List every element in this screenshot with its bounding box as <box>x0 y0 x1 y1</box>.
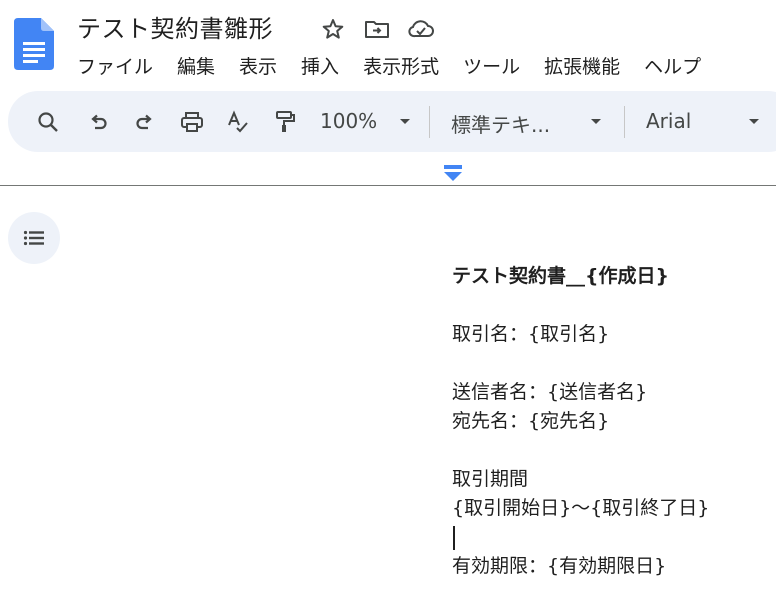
list-icon <box>23 230 44 246</box>
toolbar: 100% 標準テキ... Arial <box>8 91 776 152</box>
zoom-value[interactable]: 100% <box>320 109 377 133</box>
text-cursor <box>453 525 455 550</box>
undo-icon[interactable] <box>84 108 112 136</box>
menu-tools[interactable]: ツール <box>463 52 520 79</box>
move-to-folder-icon[interactable] <box>362 14 392 44</box>
docs-logo-icon[interactable] <box>14 18 54 70</box>
menu-edit[interactable]: 編集 <box>177 52 215 79</box>
document-heading: テスト契約書__{作成日} <box>452 265 670 287</box>
menu-insert[interactable]: 挿入 <box>301 52 339 79</box>
style-dropdown-icon[interactable] <box>582 108 610 136</box>
paint-format-icon[interactable] <box>271 108 299 136</box>
menu-file[interactable]: ファイル <box>77 52 153 79</box>
document-line: 取引名：{取引名} <box>452 323 610 345</box>
menu-help[interactable]: ヘルプ <box>644 52 701 79</box>
paragraph-style-value[interactable]: 標準テキ... <box>451 109 550 138</box>
menu-view[interactable]: 表示 <box>239 52 277 79</box>
document-line: 取引期間 <box>452 468 529 490</box>
document-outline-button[interactable] <box>8 212 60 264</box>
menu-format[interactable]: 表示形式 <box>363 52 439 79</box>
font-family-value[interactable]: Arial <box>646 109 691 133</box>
document-title[interactable]: テスト契約書雛形 <box>77 9 273 44</box>
zoom-dropdown-icon[interactable] <box>391 108 419 136</box>
search-icon[interactable] <box>34 108 62 136</box>
toolbar-divider <box>624 106 625 138</box>
document-line: 送信者名：{送信者名} <box>452 381 648 403</box>
menu-bar: ファイル 編集 表示 挿入 表示形式 ツール 拡張機能 ヘルプ <box>77 52 725 79</box>
document-line-with-cursor <box>452 523 709 552</box>
star-icon[interactable] <box>318 14 348 44</box>
toolbar-divider <box>429 106 430 138</box>
document-line: 有効期限：{有効期限日} <box>452 555 667 577</box>
spellcheck-icon[interactable] <box>224 108 252 136</box>
print-icon[interactable] <box>178 108 206 136</box>
document-body[interactable]: テスト契約書__{作成日} 取引名：{取引名} 送信者名：{送信者名} 宛先名：… <box>452 262 709 581</box>
cloud-saved-icon[interactable] <box>406 14 436 44</box>
document-line: 宛先名：{宛先名} <box>452 410 610 432</box>
menu-extensions[interactable]: 拡張機能 <box>544 52 620 79</box>
indent-marker-icon[interactable] <box>443 164 463 184</box>
ruler <box>0 185 776 186</box>
document-line: {取引開始日}〜{取引終了日} <box>452 497 710 519</box>
font-dropdown-icon[interactable] <box>740 108 768 136</box>
redo-icon[interactable] <box>131 108 159 136</box>
